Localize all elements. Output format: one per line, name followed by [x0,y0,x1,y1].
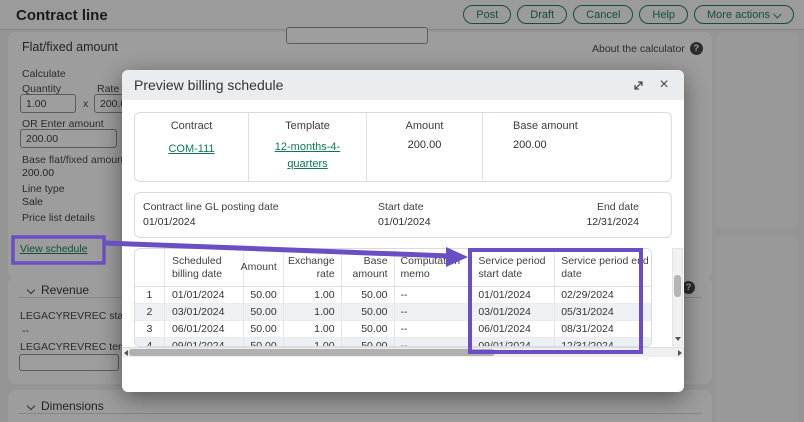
table-cell-amount: 50.00 [244,321,284,337]
column-header-exchange-rate: Exchange rate [284,249,342,286]
column-header-scheduled-billing-date: Scheduled billing date [165,249,244,286]
start-date-label: Start date [378,201,424,213]
summary-base-amount: Base amount 200.00 [483,113,671,181]
triangle-right-icon [678,350,682,356]
expand-icon[interactable] [630,77,646,93]
modal-header: Preview billing schedule × [122,70,684,100]
table-cell-exchange-rate: 1.00 [284,304,342,320]
table-cell-base-amount: 50.00 [342,338,395,347]
end-date-value: 12/31/2024 [586,216,639,228]
table-cell-base-amount: 50.00 [342,304,395,320]
triangle-left-icon [124,350,128,356]
table-cell-exchange-rate: 1.00 [284,287,342,303]
triangle-down-icon [675,337,681,341]
table-cell-base-amount: 50.00 [342,287,395,303]
end-date-label: End date [597,201,639,213]
start-date-value: 01/01/2024 [378,216,431,228]
table-cell-service-period-start-date: 09/01/2024 [472,338,555,347]
column-header-service-period-end-date: Service period end date [555,249,651,286]
table-cell-amount: 50.00 [244,287,284,303]
table-cell-row-number: 2 [135,304,165,320]
close-icon[interactable]: × [656,77,672,93]
table-row: 409/01/202450.001.0050.00--09/01/202412/… [135,338,651,347]
billing-table: Scheduled billing dateAmountExchange rat… [134,248,652,347]
table-cell-exchange-rate: 1.00 [284,338,342,347]
summary-card: Contract COM-111 Template 12-months-4-qu… [134,112,672,182]
summary-amount: Amount 200.00 [367,113,483,181]
table-cell-row-number: 4 [135,338,165,347]
vertical-scrollbar[interactable] [672,248,683,346]
vertical-scrollbar-thumb[interactable] [674,275,681,297]
table-cell-computation-memo: -- [395,338,473,347]
table-cell-exchange-rate: 1.00 [284,321,342,337]
table-cell-base-amount: 50.00 [342,321,395,337]
column-header-row-number [135,249,165,286]
modal-title: Preview billing schedule [134,77,283,93]
table-cell-scheduled-billing-date: 03/01/2024 [165,304,244,320]
table-cell-service-period-start-date: 03/01/2024 [472,304,555,320]
preview-billing-schedule-modal: Preview billing schedule × Contract COM-… [122,70,684,392]
summary-template: Template 12-months-4-quarters [249,113,367,181]
table-row: 101/01/202450.001.0050.00--01/01/202402/… [135,287,651,304]
table-cell-computation-memo: -- [395,304,473,320]
horizontal-scrollbar[interactable] [122,347,684,357]
column-header-service-period-start-date: Service period start date [472,249,555,286]
column-header-computation-memo: Computation memo [395,249,473,286]
table-cell-service-period-end-date: 08/31/2024 [555,321,651,337]
table-cell-row-number: 3 [135,321,165,337]
table-cell-service-period-start-date: 06/01/2024 [472,321,555,337]
scroll-right-button[interactable] [676,348,684,358]
table-cell-service-period-start-date: 01/01/2024 [472,287,555,303]
table-cell-scheduled-billing-date: 01/01/2024 [165,287,244,303]
table-cell-amount: 50.00 [244,338,284,347]
dates-card: Contract line GL posting date 01/01/2024… [134,192,672,238]
table-cell-amount: 50.00 [244,304,284,320]
table-cell-service-period-end-date: 12/31/2024 [555,338,651,347]
template-link[interactable]: 12-months-4-quarters [260,139,356,172]
summary-contract: Contract COM-111 [135,113,249,181]
table-row: 306/01/202450.001.0050.00--06/01/202408/… [135,321,651,338]
column-header-amount: Amount [244,249,284,286]
scroll-down-button[interactable] [673,333,682,345]
table-cell-row-number: 1 [135,287,165,303]
contract-link[interactable]: COM-111 [168,141,214,158]
column-header-base-amount: Base amount [342,249,395,286]
table-cell-scheduled-billing-date: 09/01/2024 [165,338,244,347]
table-header-row: Scheduled billing dateAmountExchange rat… [135,249,651,287]
gl-posting-date-label: Contract line GL posting date [143,201,279,213]
app-screen: Contract line Post Draft Cancel Help Mor… [0,0,804,422]
table-cell-service-period-end-date: 05/31/2024 [555,304,651,320]
table-cell-service-period-end-date: 02/29/2024 [555,287,651,303]
table-cell-scheduled-billing-date: 06/01/2024 [165,321,244,337]
table-cell-computation-memo: -- [395,321,473,337]
table-cell-computation-memo: -- [395,287,473,303]
horizontal-scrollbar-thumb[interactable] [129,349,495,356]
table-row: 203/01/202450.001.0050.00--03/01/202405/… [135,304,651,321]
gl-posting-date-value: 01/01/2024 [143,216,196,228]
